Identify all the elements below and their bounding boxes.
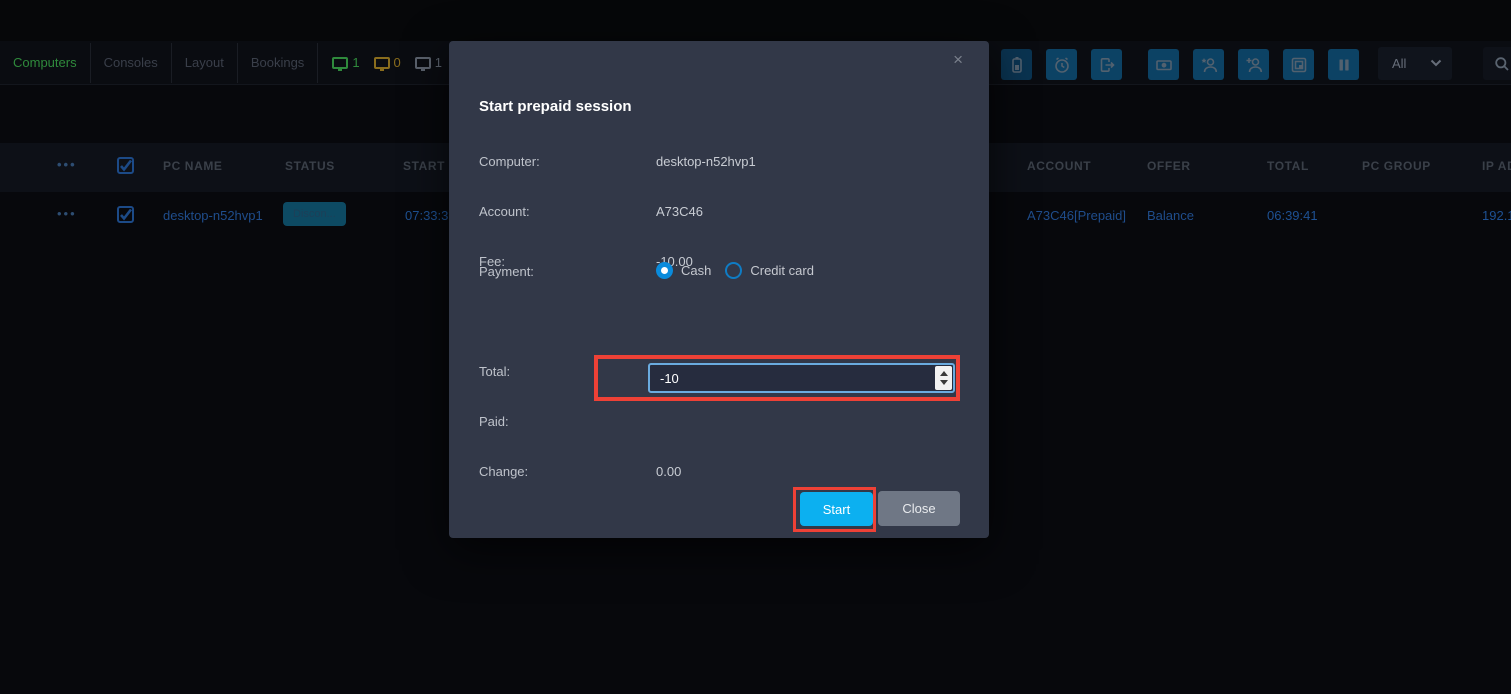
column-header-start[interactable]: START [403,159,445,173]
dialog-title: Start prepaid session [479,98,632,115]
toolbar-button-user-star[interactable] [1193,49,1224,80]
tab-layout[interactable]: Layout [172,43,237,83]
column-header-pc-group[interactable]: PC GROUP [1362,159,1431,173]
image-icon [1289,55,1309,75]
battery-icon [1007,55,1027,75]
monitor-icon [374,57,390,69]
paid-input[interactable] [648,363,955,393]
sign-out-icon [1097,55,1117,75]
cell-account[interactable]: A73C46[Prepaid] [1027,208,1126,223]
paid-label: Paid: [479,414,509,429]
payment-radio-credit-card[interactable]: Credit card [725,262,814,279]
user-add-icon [1244,55,1264,75]
counter-value: 1 [352,55,359,70]
account-value: A73C46 [656,204,703,219]
column-header-ip-address[interactable]: IP AD [1482,159,1511,173]
connected-computers-counter: 1 [332,55,359,70]
row-checkbox[interactable] [117,206,134,223]
pause-icon [1334,55,1354,75]
pc-group-filter-select[interactable]: All [1378,47,1452,80]
change-label: Change: [479,464,528,479]
toolbar-button-sign-out[interactable] [1091,49,1122,80]
close-button[interactable]: Close [878,491,960,526]
start-button[interactable]: Start [800,492,873,526]
start-prepaid-session-dialog: Start prepaid session × Computer: deskto… [449,41,989,538]
user-star-icon [1199,55,1219,75]
counter-value: 0 [394,55,401,70]
computer-value: desktop-n52hvp1 [656,154,756,169]
toolbar-button-battery[interactable] [1001,49,1032,80]
counter-value: 1 [435,55,442,70]
alarm-clock-icon [1052,55,1072,75]
total-label: Total: [479,364,510,379]
cell-ip-address: 192.16 [1482,208,1511,223]
toolbar-button-image[interactable] [1283,49,1314,80]
toolbar-button-user-add[interactable] [1238,49,1269,80]
search-icon [1494,56,1510,72]
cell-offer[interactable]: Balance [1147,208,1194,223]
spinner-down-icon[interactable] [940,380,948,385]
paid-input-wrap [648,363,955,393]
tab-bookings[interactable]: Bookings [238,43,317,83]
monitor-icon [332,57,348,69]
monitor-icon [415,57,431,69]
toolbar-button-alarm[interactable] [1046,49,1077,80]
change-value: 0.00 [656,464,681,479]
cell-total: 06:39:41 [1267,208,1318,223]
check-icon [119,159,132,172]
payment-options: Cash Credit card [656,262,814,279]
account-label: Account: [479,204,530,219]
column-header-account[interactable]: ACCOUNT [1027,159,1091,173]
divider [317,43,318,83]
offline-computers-counter: 1 [415,55,442,70]
select-all-checkbox[interactable] [117,157,134,174]
payment-radio-cash[interactable]: Cash [656,262,711,279]
radio-label: Cash [681,263,711,278]
payment-label: Payment: [479,264,534,279]
search-button[interactable] [1483,47,1511,80]
computer-label: Computer: [479,154,540,169]
toolbar-button-pause[interactable] [1328,49,1359,80]
actions-column-menu[interactable]: ••• [57,157,77,172]
chevron-down-icon [1430,59,1442,67]
nav-tabs: Computers Consoles Layout Bookings 1 0 1 [0,41,483,84]
radio-label: Credit card [750,263,814,278]
column-header-total[interactable]: TOTAL [1267,159,1309,173]
filter-selected-value: All [1392,56,1406,71]
cash-icon [1154,55,1174,75]
radio-selected-icon [656,262,673,279]
check-icon [119,208,132,221]
cell-pc-name[interactable]: desktop-n52hvp1 [163,208,263,223]
top-strip [0,0,1511,41]
column-header-status[interactable]: STATUS [285,159,335,173]
number-spinner[interactable] [935,366,952,390]
status-badge: Discon... [283,202,346,226]
tab-computers[interactable]: Computers [0,43,90,83]
alert-computers-counter: 0 [374,55,401,70]
spinner-up-icon[interactable] [940,371,948,376]
row-actions-menu[interactable]: ••• [57,206,77,221]
radio-unselected-icon [725,262,742,279]
toolbar-button-cash[interactable] [1148,49,1179,80]
column-header-offer[interactable]: OFFER [1147,159,1191,173]
close-icon[interactable]: × [953,50,963,70]
column-header-pc-name[interactable]: PC NAME [163,159,223,173]
tab-consoles[interactable]: Consoles [91,43,171,83]
